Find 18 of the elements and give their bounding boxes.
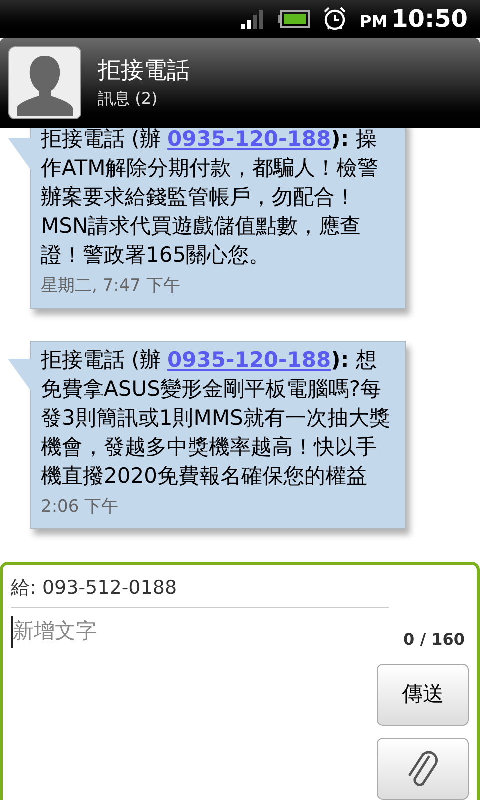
paperclip-icon [407, 749, 439, 789]
message-time: 星期二, 7:47 下午 [41, 275, 182, 298]
clock-time: 10:50 [392, 4, 468, 35]
clock-ampm: PM [360, 11, 388, 33]
message-text: 拒接電話 (辦 0935-120-188): 想免費拿ASUS變形金剛平板電腦嗎?每發3則簡訊或1則MMS就有一次抽大獎機會，發越多中獎機率越高！快以手機直撥2020免費報名確保您的權益 [41, 346, 392, 490]
message-count: 訊息 (2) [98, 90, 159, 106]
alarm-clock-icon [322, 6, 348, 32]
message-time: 2:06 下午 [41, 496, 120, 518]
send-button[interactable]: 傳送 [377, 664, 469, 726]
character-counter: 0 / 160 [403, 629, 465, 651]
signal-icon [240, 8, 266, 30]
attach-button[interactable] [377, 738, 469, 800]
contact-name: 拒接電話 [98, 60, 190, 82]
recipient-field[interactable]: 給: 093-512-0188 [11, 569, 389, 608]
battery-icon [278, 10, 310, 28]
message-input[interactable]: 新增文字 [11, 616, 369, 648]
message-text: 拒接電話 (辦 0935-120-188): 操作ATM解除分期付款，都騙人！檢警辦案要求給錢監管帳戶，勿配合！MSN請求代買遊戲儲值點數，應查證！警政署165關心您。 [41, 128, 380, 269]
contact-avatar-icon [8, 46, 82, 120]
